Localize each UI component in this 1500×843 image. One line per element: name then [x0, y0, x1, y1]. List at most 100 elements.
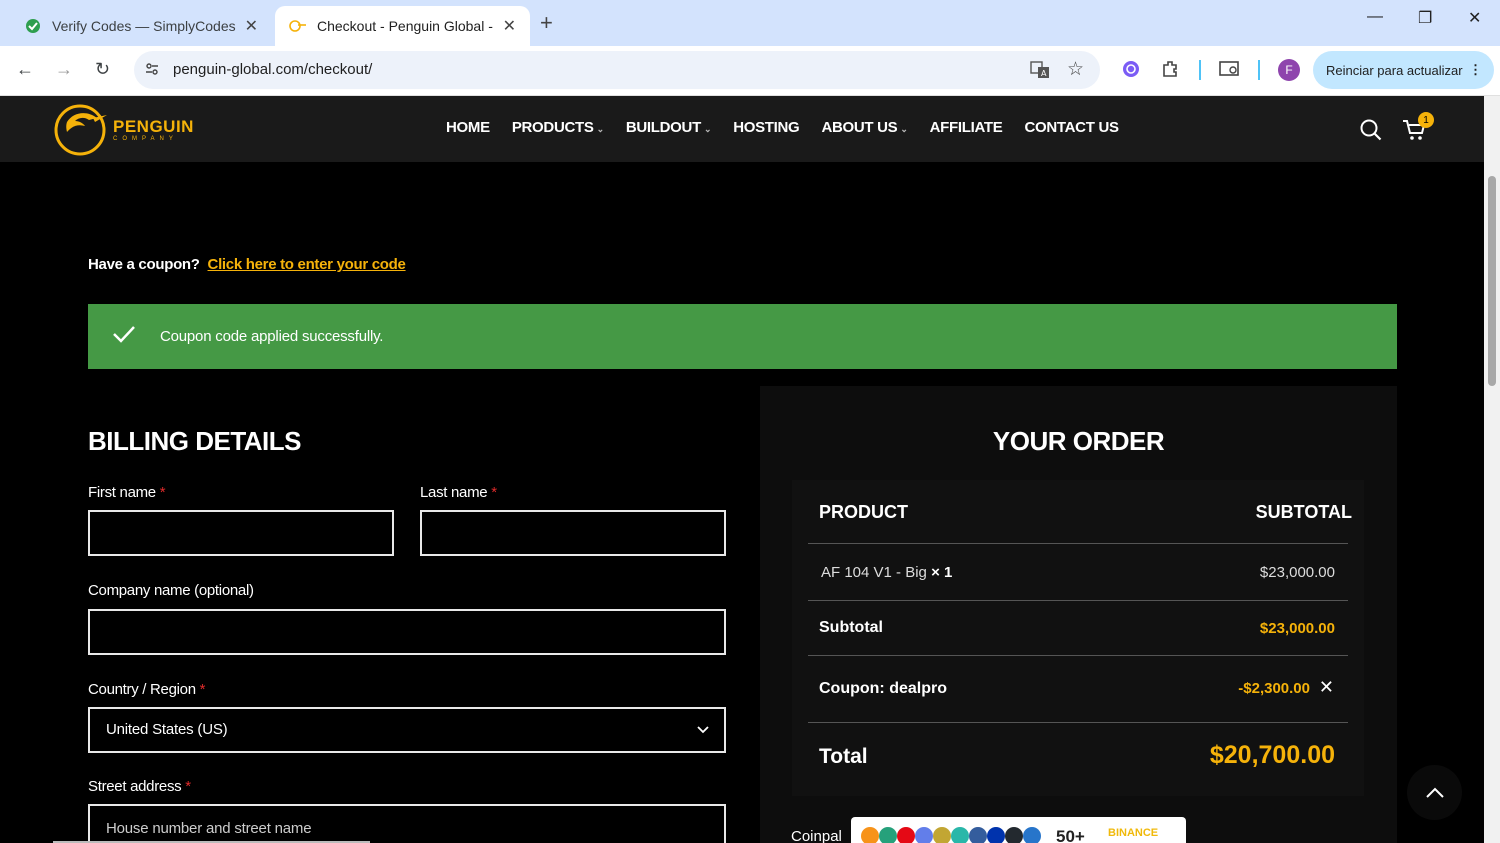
enter-coupon-link[interactable]: Click here to enter your code	[208, 256, 406, 273]
payment-method-label[interactable]: Coinpal	[791, 828, 842, 843]
menu-item-home[interactable]: HOME	[446, 119, 490, 136]
logo-text: PENGUIN	[113, 116, 194, 136]
country-select[interactable]: United States (US)	[88, 707, 726, 753]
first-name-field[interactable]	[88, 510, 394, 556]
update-browser-button[interactable]: Reinciar para actualizar ⋮	[1313, 51, 1494, 89]
tether-icon	[879, 827, 897, 843]
reload-icon[interactable]: ↻	[95, 59, 110, 80]
simplycodes-favicon-icon	[24, 17, 42, 35]
menu-item-about-us[interactable]: ABOUT US ⌄	[821, 119, 907, 136]
label-text: Last name	[420, 484, 488, 501]
cardano-icon	[987, 827, 1005, 843]
order-table: PRODUCT SUBTOTAL AF 104 V1 - Big × 1 $23…	[792, 480, 1364, 796]
site-info-icon[interactable]	[144, 61, 160, 82]
billing-details-section: BILLING DETAILS	[88, 426, 726, 457]
penguin-logo-icon	[54, 104, 107, 156]
search-icon[interactable]	[1359, 118, 1383, 147]
menu-item-contact-us[interactable]: CONTACT US	[1024, 119, 1119, 136]
update-label: Reinciar para actualizar	[1326, 62, 1463, 78]
street-address-field[interactable]: House number and street name	[88, 804, 726, 843]
required-mark: *	[199, 681, 206, 698]
table-row: AF 104 V1 - Big × 1 $23,000.00	[808, 544, 1348, 601]
required-mark: *	[159, 484, 166, 501]
menu-item-hosting[interactable]: HOSTING	[733, 119, 800, 136]
menu-label: PRODUCTS	[511, 119, 594, 136]
company-label: Company name (optional)	[88, 582, 254, 599]
menu-label: HOSTING	[733, 119, 800, 136]
profile-avatar[interactable]: F	[1278, 59, 1300, 81]
chevron-down-icon: ⌄	[596, 124, 605, 134]
remove-coupon-icon[interactable]: ✕	[1319, 677, 1334, 698]
scroll-to-top-button[interactable]	[1407, 765, 1462, 820]
order-summary-panel: YOUR ORDER PRODUCT SUBTOTAL AF 104 V1 - …	[760, 386, 1397, 843]
label-text: Country / Region	[88, 681, 196, 698]
item-name: AF 104 V1 - Big	[821, 564, 927, 581]
svg-text:A: A	[1041, 69, 1047, 78]
success-notice: Coupon code applied successfully.	[88, 304, 1397, 369]
col-subtotal: SUBTOTAL	[1255, 502, 1352, 522]
scrollbar-thumb[interactable]	[1488, 176, 1496, 386]
close-window-icon[interactable]: ✕	[1468, 8, 1481, 28]
restore-icon[interactable]: ❐	[1418, 8, 1432, 28]
required-mark: *	[185, 778, 191, 795]
table-header-row: PRODUCT SUBTOTAL	[808, 480, 1352, 544]
translate-icon[interactable]: A	[1030, 60, 1050, 85]
last-name-label: Last name *	[420, 484, 497, 501]
menu-label: BUILDOUT	[625, 119, 701, 136]
last-name-field[interactable]	[420, 510, 726, 556]
main-menu: HOME PRODUCTS ⌄ BUILDOUT ⌄ HOSTING ABOUT U…	[446, 119, 1141, 136]
forward-icon[interactable]: →	[55, 59, 73, 80]
first-name-label: First name *	[88, 484, 166, 501]
close-tab-icon[interactable]: ✕	[245, 16, 258, 36]
item-line: AF 104 V1 - Big × 1	[821, 564, 952, 581]
menu-item-affiliate[interactable]: AFFILIATE	[930, 119, 1003, 136]
menu-item-buildout[interactable]: BUILDOUT ⌄	[625, 119, 712, 136]
coin-icon	[951, 827, 969, 843]
subtotal-label: Subtotal	[819, 619, 883, 636]
extension-purple-icon[interactable]	[1121, 59, 1141, 84]
minimize-icon[interactable]: —	[1367, 8, 1383, 26]
col-product: PRODUCT	[819, 502, 908, 522]
penguin-favicon-icon	[289, 17, 307, 35]
chevron-up-icon	[1425, 787, 1444, 798]
chevron-down-icon: ⌄	[900, 124, 908, 134]
subtotal-row: Subtotal $23,000.00	[808, 601, 1348, 656]
coupon-prompt: Have a coupon? Click here to enter your …	[88, 256, 406, 273]
coupon-label: Coupon: dealpro	[819, 680, 947, 697]
address-bar[interactable]: penguin-global.com/checkout/ A ☆	[134, 51, 1100, 89]
label-text: First name	[88, 484, 156, 501]
page-scrollbar[interactable]	[1484, 96, 1500, 843]
binance-pay-logo: BINANCE	[1108, 827, 1159, 839]
xrp-icon	[1005, 827, 1023, 843]
browser-tab-checkout[interactable]: Checkout - Penguin Global - Cr ✕	[275, 6, 530, 46]
penguin-logo[interactable]: PENGUIN COMPANY	[53, 100, 194, 158]
menu-kebab-icon[interactable]: ⋮	[1469, 62, 1482, 78]
toolbar-divider	[1258, 60, 1260, 80]
bitcoin-icon	[861, 827, 879, 843]
chevron-down-icon	[696, 723, 710, 742]
notice-message: Coupon code applied successfully.	[160, 328, 384, 345]
order-title: YOUR ORDER	[992, 426, 1165, 456]
new-tab-icon[interactable]: +	[540, 10, 553, 36]
coupon-prompt-text: Have a coupon?	[88, 256, 200, 273]
country-value: United States (US)	[106, 721, 228, 738]
extensions-puzzle-icon[interactable]	[1161, 59, 1181, 84]
browser-tab-simplycodes[interactable]: Verify Codes — SimplyCodes ✕	[10, 6, 272, 46]
tab-title: Verify Codes — SimplyCodes	[52, 18, 236, 34]
reading-mode-icon[interactable]	[1219, 59, 1241, 84]
coupon-discount: -$2,300.00	[1238, 680, 1310, 697]
menu-label: ABOUT US	[821, 119, 898, 136]
bookmark-star-icon[interactable]: ☆	[1067, 58, 1084, 81]
back-icon[interactable]: ←	[16, 59, 34, 80]
company-field[interactable]	[88, 609, 726, 655]
usdc-icon	[1023, 827, 1041, 843]
menu-label: HOME	[446, 119, 490, 136]
tab-title: Checkout - Penguin Global - Cr	[317, 18, 495, 34]
subtotal-value: $23,000.00	[1259, 620, 1335, 637]
page-viewport: PENGUIN COMPANY HOME PRODUCTS ⌄ BUILDOUT ⌄…	[0, 96, 1484, 843]
menu-item-products[interactable]: PRODUCTS ⌄	[512, 119, 604, 136]
close-tab-icon[interactable]: ✕	[503, 16, 516, 36]
tron-icon	[897, 827, 915, 843]
logo-subtext: COMPANY	[113, 135, 178, 142]
total-value: $20,700.00	[1209, 741, 1335, 769]
